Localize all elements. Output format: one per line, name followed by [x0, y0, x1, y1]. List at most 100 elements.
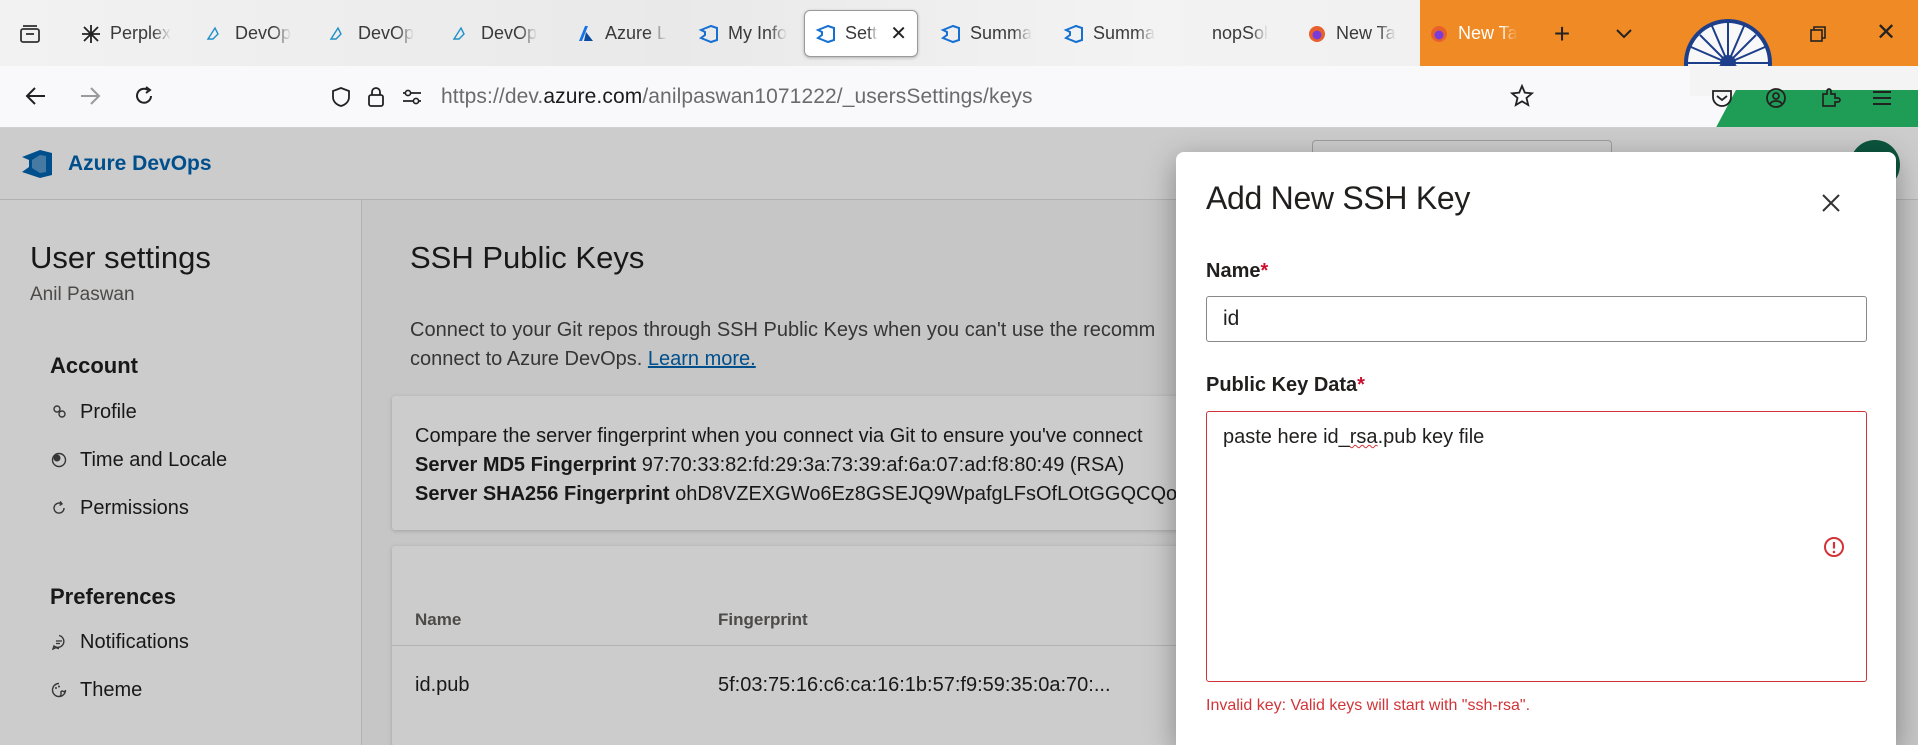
- tab-label: Summa: [1093, 23, 1155, 43]
- tab-label: My Info: [728, 23, 788, 43]
- close-tab-icon[interactable]: ✕: [890, 21, 907, 46]
- page-title: SSH Public Keys: [410, 240, 645, 275]
- settings-sidebar: User settings Anil Paswan Account Profil…: [0, 200, 362, 745]
- sidebar-item-label: Theme: [80, 678, 143, 701]
- browser-tab[interactable]: DevOp: [441, 10, 547, 57]
- ashoka-chakra-emblem: [1680, 0, 1776, 66]
- address-bar[interactable]: https://dev.azure.com/anilpaswan1071222/…: [325, 72, 1525, 122]
- chevron-down-icon[interactable]: [1606, 16, 1642, 52]
- tab-label: DevOp: [235, 23, 292, 43]
- browser-tab[interactable]: Summa: [1053, 10, 1165, 57]
- devops-icon: [451, 23, 473, 45]
- sidebar-item-profile[interactable]: Profile: [50, 396, 137, 428]
- back-icon[interactable]: [18, 78, 54, 114]
- section-preferences: Preferences: [50, 584, 176, 609]
- url-text[interactable]: https://dev.azure.com/anilpaswan1071222/…: [441, 85, 1033, 109]
- table-row[interactable]: id.pub 5f:03:75:16:c6:ca:16:1b:57:f9:59:…: [392, 646, 1212, 726]
- new-tab-icon[interactable]: +: [1544, 16, 1580, 52]
- sidebar-item-time-and-locale[interactable]: Time and Locale: [50, 444, 227, 476]
- tab-label: New Ta: [1458, 23, 1518, 43]
- browser-tab[interactable]: DevOp: [318, 10, 424, 57]
- lock-icon[interactable]: [367, 86, 385, 108]
- sidebar-title: User settings: [30, 240, 211, 275]
- theme-icon: [50, 681, 68, 699]
- pocket-icon[interactable]: [1704, 80, 1740, 116]
- menu-icon[interactable]: [1864, 80, 1900, 116]
- public-key-label: Public Key Data*: [1206, 374, 1365, 396]
- key-fingerprint: 5f:03:75:16:c6:ca:16:1b:57:f9:59:35:0a:7…: [718, 674, 1111, 696]
- browser-tab[interactable]: Azure L: [565, 10, 677, 57]
- tab-overview-icon[interactable]: [10, 14, 50, 54]
- tab-label: New Ta: [1336, 23, 1396, 43]
- sidebar-user-name: Anil Paswan: [30, 284, 135, 305]
- account-icon[interactable]: [1758, 80, 1794, 116]
- browser-tab[interactable]: DevOp: [195, 10, 301, 57]
- validation-error: Invalid key: Valid keys will start with …: [1206, 697, 1531, 714]
- restore-window-icon[interactable]: [1800, 16, 1836, 52]
- browser-tab[interactable]: New Ta: [1296, 10, 1406, 57]
- tab-label: nopSol: [1212, 23, 1269, 43]
- sidebar-item-label: Time and Locale: [80, 448, 228, 471]
- close-icon[interactable]: [1814, 186, 1848, 220]
- browser-tab-bar: Perplex DevOp DevOp DevOp Azure L My Inf…: [0, 0, 1918, 66]
- sidebar-item-label: Notifications: [80, 630, 189, 653]
- table-header: Name Fingerprint: [392, 598, 1212, 646]
- bookmark-star-icon[interactable]: [1504, 78, 1540, 114]
- tab-label: DevOp: [481, 23, 538, 43]
- tab-label: Summa: [970, 23, 1032, 43]
- azure-devops-logo-icon: [20, 148, 54, 180]
- perplexity-icon: [80, 23, 102, 45]
- browser-tab[interactable]: Summa: [930, 10, 1042, 57]
- azure-devops-icon: [698, 23, 720, 45]
- learn-more-link[interactable]: Learn more.: [648, 348, 756, 370]
- browser-tab-active[interactable]: Setti ✕: [804, 10, 918, 57]
- sidebar-item-label: Permissions: [80, 496, 189, 519]
- dialog-title: Add New SSH Key: [1206, 180, 1471, 216]
- browser-tab[interactable]: New Ta: [1418, 10, 1528, 57]
- sidebar-item-label: Profile: [80, 400, 137, 423]
- tab-label: Setti: [845, 23, 879, 43]
- md5-fingerprint-line: Server MD5 Fingerprint 97:70:33:82:fd:29…: [415, 454, 1125, 476]
- app-title: Azure DevOps: [68, 152, 212, 175]
- browser-nav-bar: https://dev.azure.com/anilpaswan1071222/…: [0, 66, 1918, 128]
- azure-icon: [575, 23, 597, 45]
- add-ssh-key-dialog: Add New SSH Key Name* Public Key Data* p…: [1176, 152, 1896, 745]
- fingerprint-intro: Compare the server fingerprint when you …: [415, 425, 1143, 447]
- devops-icon: [328, 23, 350, 45]
- permissions-sliders-icon[interactable]: [401, 88, 423, 106]
- column-header-fingerprint[interactable]: Fingerprint: [718, 610, 808, 630]
- fingerprint-card: Compare the server fingerprint when you …: [392, 396, 1212, 530]
- azure-devops-icon: [940, 23, 962, 45]
- devops-icon: [205, 23, 227, 45]
- permissions-icon: [50, 499, 68, 517]
- sha256-fingerprint-line: Server SHA256 Fingerprint ohD8VZEXGWo6Ez…: [415, 483, 1189, 505]
- page-description: Connect to your Git repos through SSH Pu…: [410, 319, 1156, 370]
- sidebar-item-notifications[interactable]: Notifications: [50, 626, 189, 658]
- key-name: id.pub: [415, 674, 470, 696]
- firefox-icon: [1428, 23, 1450, 45]
- close-window-icon[interactable]: ✕: [1868, 14, 1904, 50]
- forward-icon[interactable]: [72, 78, 108, 114]
- sidebar-item-theme[interactable]: Theme: [50, 674, 142, 706]
- globe-icon: [50, 451, 68, 469]
- browser-tab[interactable]: My Info: [688, 10, 797, 57]
- section-account: Account: [50, 353, 138, 378]
- tab-label: Azure L: [605, 23, 667, 43]
- firefox-icon: [1306, 23, 1328, 45]
- tracking-shield-icon[interactable]: [331, 86, 351, 108]
- brand[interactable]: Azure DevOps: [20, 148, 212, 180]
- column-header-name[interactable]: Name: [415, 610, 461, 630]
- azure-devops-icon: [815, 23, 837, 45]
- browser-tab[interactable]: nopSol: [1202, 10, 1278, 57]
- profile-icon: [50, 403, 68, 421]
- reload-icon[interactable]: [126, 78, 162, 114]
- error-icon: [1823, 536, 1845, 558]
- tab-label: DevOp: [358, 23, 415, 43]
- tab-label: Perplex: [110, 23, 172, 43]
- notifications-icon: [50, 633, 68, 651]
- extensions-icon[interactable]: [1812, 80, 1848, 116]
- name-field[interactable]: [1206, 296, 1867, 342]
- browser-tab[interactable]: Perplex: [70, 10, 181, 57]
- sidebar-item-permissions[interactable]: Permissions: [50, 492, 189, 524]
- public-key-textarea[interactable]: paste here id_rsa.pub key file: [1206, 411, 1867, 682]
